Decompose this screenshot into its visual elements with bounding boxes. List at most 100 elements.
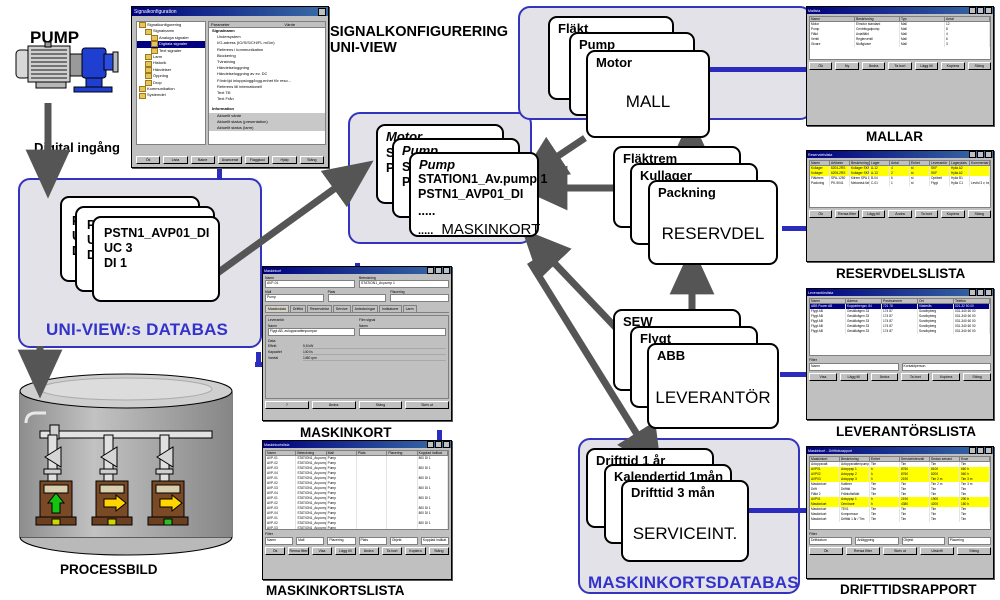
button-row[interactable]: Ök Rensa filter Lägg till Ändra Ta bort Kopie… — [809, 210, 991, 218]
minimize-icon[interactable] — [427, 441, 434, 448]
table-row[interactable]: PackningPK-9041Mekanisk tätningC-011stFl… — [810, 181, 990, 186]
data-grid[interactable]: Namn Artikelnr Beskrivning Lager Antal Enhet L… — [809, 160, 991, 208]
window-button[interactable]: Lägg till — [335, 547, 356, 555]
close-icon[interactable] — [985, 289, 992, 296]
window-controls[interactable] — [969, 447, 992, 454]
leverantor-card-front[interactable]: ABB LEVERANTÖR — [647, 343, 779, 429]
column-header[interactable]: Kvar — [960, 457, 990, 461]
dialog-button-bar[interactable]: Ök Lista Bakre Avancerat Flaggkod Hjälp Stäng — [136, 156, 324, 164]
column-header[interactable]: Enhet — [870, 457, 900, 461]
column-header[interactable]: Antal — [945, 17, 990, 21]
dialog-button[interactable]: Bakre — [190, 156, 215, 164]
uniview-card-front[interactable]: PSTN1_AVP01_DI UC 3 DI 1 — [92, 216, 220, 302]
window-button[interactable]: Lägg till — [839, 373, 868, 381]
filter-field[interactable]: Driftdatum — [809, 537, 853, 545]
window-button[interactable]: Ny — [835, 62, 859, 70]
filter-row[interactable]: Namn Mall Placering Plats Objekt Kopplad indi… — [265, 537, 450, 545]
dialog-button[interactable]: Lista — [163, 156, 188, 164]
filter-field[interactable]: Mall — [296, 537, 325, 545]
window-button[interactable]: Stäng — [428, 547, 449, 555]
column-header[interactable]: Typ — [900, 17, 945, 21]
window-button[interactable]: Kopiera — [941, 62, 965, 70]
window-leverantorslista[interactable]: Leverantörslista Namn Adress Postnummer Ort T… — [806, 288, 994, 420]
table-row[interactable]: Maskinkort Drifttid 1 år / Tim Tim Tim Tim Ti… — [810, 517, 990, 522]
minimize-icon[interactable] — [969, 151, 976, 158]
window-controls[interactable] — [969, 289, 992, 296]
column-header[interactable]: Serviceintervall — [900, 457, 930, 461]
window-button[interactable]: Kopiera — [405, 547, 426, 555]
window-titlebar[interactable]: Maskinkortslista — [263, 441, 451, 448]
filter-field[interactable]: Namn — [809, 363, 899, 371]
window-button[interactable]: Stäng — [963, 373, 991, 381]
column-header[interactable]: Leverantör — [930, 161, 950, 165]
table-row[interactable]: Flygt AB Gesällvägen 33 174 87 Sundbyberg 03… — [810, 329, 990, 334]
column-header[interactable]: Kommentar — [970, 161, 990, 165]
data-grid[interactable]: Maskinkort Beskrivning Enhet Serviceinterva… — [809, 456, 991, 530]
dialog-button[interactable]: Flaggkod — [245, 156, 270, 164]
window-maskinkortslista[interactable]: Maskinkortslista Namn Beteckning Mall Plats P… — [262, 440, 452, 580]
dialog-button[interactable]: Stäng — [299, 156, 324, 164]
window-titlebar[interactable]: Leverantörslista — [807, 289, 993, 296]
window-button[interactable]: Kopiera — [941, 210, 965, 218]
dialog-button[interactable]: Ök — [136, 156, 161, 164]
maximize-icon[interactable] — [435, 441, 442, 448]
window-button[interactable]: Stäng — [358, 401, 403, 409]
column-header[interactable]: Namn — [810, 161, 830, 165]
maximize-icon[interactable] — [435, 267, 442, 274]
maximize-icon[interactable] — [977, 7, 984, 14]
tab-service[interactable]: Service — [332, 305, 351, 312]
dialog-button[interactable]: Hjälp — [272, 156, 297, 164]
serviceint-card-front[interactable]: Drifttid 3 mån SERVICEINT. — [621, 480, 749, 562]
close-icon[interactable] — [985, 151, 992, 158]
filter-field[interactable]: Placering — [327, 537, 356, 545]
maximize-icon[interactable] — [977, 447, 984, 454]
window-button[interactable]: Utskrift — [920, 547, 954, 555]
filter-row[interactable]: Namn Kontaktperson — [809, 363, 991, 371]
window-button[interactable]: Lägg till — [861, 210, 886, 218]
column-header[interactable]: Mall — [327, 451, 357, 455]
button-row[interactable]: Ök Ny Ändra Ta bort Lägg till Kopiera Stäng — [809, 62, 991, 70]
filter-field[interactable]: Namn — [265, 537, 294, 545]
tab-reservdelar[interactable]: Reservdelar — [307, 305, 332, 312]
table-row[interactable]: Givare Nivågivare Mall 3 — [810, 42, 990, 47]
window-controls[interactable] — [969, 7, 992, 14]
window-button[interactable]: Ta bort — [888, 62, 912, 70]
window-button[interactable]: Ta bort — [914, 210, 939, 218]
window-titlebar[interactable]: Maskinkort — [263, 267, 451, 274]
column-header[interactable]: Lager — [870, 161, 890, 165]
window-button[interactable]: Ök — [809, 547, 843, 555]
window-button[interactable]: Ta bort — [901, 373, 930, 381]
window-titlebar[interactable]: Reservdelslista — [807, 151, 993, 158]
minimize-icon[interactable] — [969, 7, 976, 14]
tab-anteckningar[interactable]: Anteckningar — [351, 305, 379, 312]
data-grid[interactable]: Namn Beteckning Mall Plats Placering Kopplad … — [265, 450, 449, 530]
parameter-column-header[interactable]: Parameter — [209, 22, 282, 27]
window-button[interactable]: Visa — [311, 547, 333, 555]
column-header[interactable]: Postnummer — [882, 299, 918, 303]
window-button[interactable]: Ök — [809, 62, 833, 70]
column-header[interactable]: Sedan senast — [930, 457, 960, 461]
maskinkort-card-front[interactable]: Pump STATION1_Av.pump 1 PSTN1_AVP01_DI .… — [409, 152, 547, 238]
column-header[interactable]: Namn — [810, 17, 855, 21]
table-row[interactable]: AVP-03 STATION1_Av.pump 3 Pump — [266, 526, 448, 529]
window-controls[interactable] — [427, 267, 450, 274]
column-header[interactable]: Plats — [357, 451, 388, 455]
tab-bar[interactable]: Maskindata Drifttid Reservdelar Service Ante… — [265, 305, 449, 313]
close-icon[interactable] — [318, 7, 326, 16]
maximize-icon[interactable] — [977, 151, 984, 158]
window-controls[interactable] — [969, 151, 992, 158]
button-row[interactable]: Ök Rensa filter Visa Lägg till Ändra Ta bort K… — [265, 547, 449, 555]
info-row[interactable]: Aktuellt status (larm) — [209, 125, 325, 132]
field-value[interactable]: STATION1_Av.pump 1 — [359, 280, 449, 288]
window-button[interactable]: Ändra — [311, 401, 356, 409]
mall-card-front[interactable]: Motor MALL — [586, 50, 710, 138]
window-drifttidsrapport[interactable]: Maskinkort - Drifttidsrapport Maskinkort B… — [806, 446, 994, 579]
column-header[interactable]: Beskrivning — [855, 17, 900, 21]
filter-field[interactable]: Kopplad indikat. — [420, 537, 450, 545]
filter-field[interactable]: Anläggning — [855, 537, 899, 545]
window-button[interactable]: Ändra — [358, 547, 379, 555]
button-row[interactable]: Visa Lägg till Ändra Ta bort Kopiera Stäng — [809, 373, 991, 381]
window-button[interactable]: Visa — [809, 373, 837, 381]
filter-field[interactable]: Plats — [358, 537, 387, 545]
column-header[interactable]: Namn — [810, 299, 846, 303]
